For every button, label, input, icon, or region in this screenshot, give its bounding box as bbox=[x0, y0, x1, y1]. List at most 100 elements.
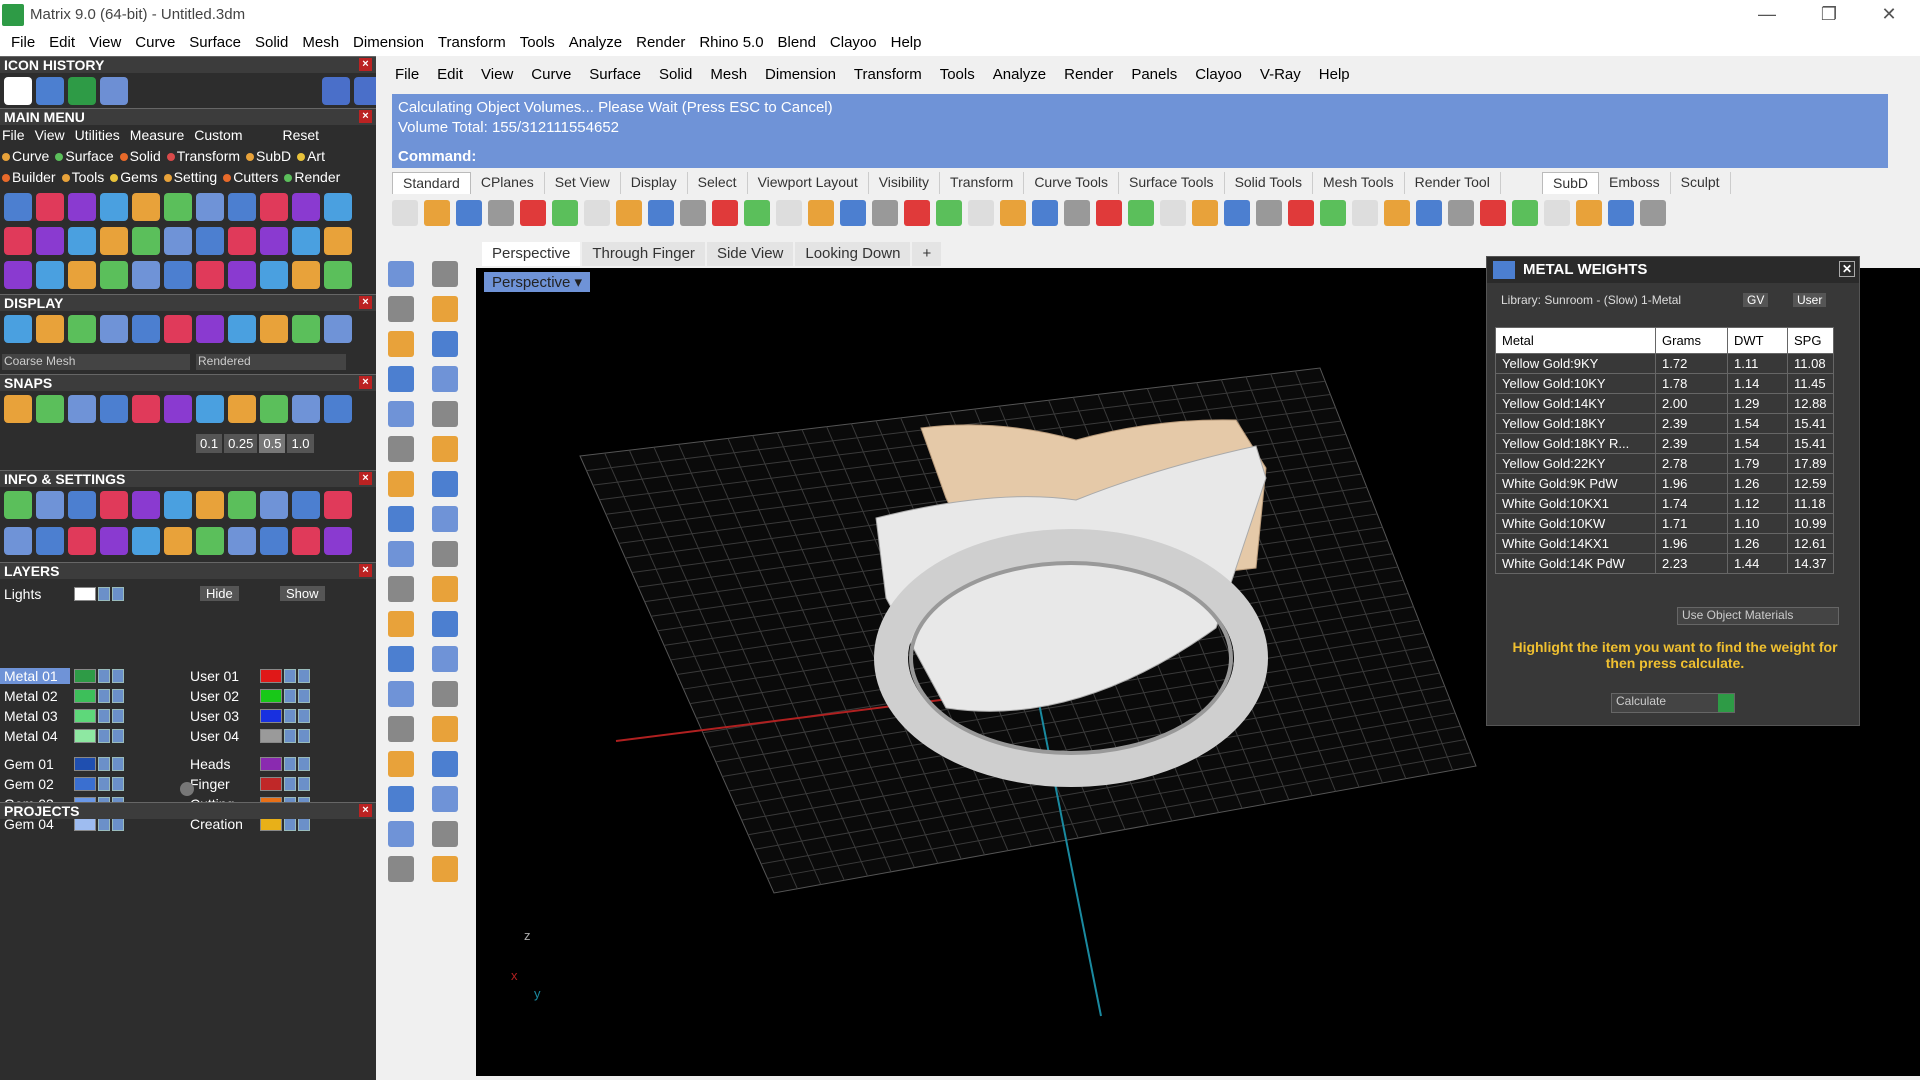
side-tool-icon[interactable] bbox=[388, 296, 414, 322]
table-row[interactable]: White Gold:10KW 1.71 1.10 10.99 bbox=[1495, 513, 1834, 534]
tool-icon[interactable] bbox=[260, 315, 288, 343]
layer-row[interactable]: Finger bbox=[186, 774, 310, 793]
category-solid[interactable]: Solid bbox=[119, 148, 161, 164]
table-row[interactable]: Yellow Gold:18KY R... 2.39 1.54 15.41 bbox=[1495, 433, 1834, 454]
side-tool-icon[interactable] bbox=[388, 576, 414, 602]
category-transform[interactable]: Transform bbox=[166, 148, 240, 164]
rhino-menu-panels[interactable]: Panels bbox=[1122, 66, 1186, 83]
tool-icon[interactable] bbox=[4, 395, 32, 423]
side-tool-icon[interactable] bbox=[432, 296, 458, 322]
side-tool-icon[interactable] bbox=[432, 856, 458, 882]
menu-edit[interactable]: Edit bbox=[42, 34, 82, 51]
side-tool-icon[interactable] bbox=[388, 856, 414, 882]
bulb-icon[interactable] bbox=[298, 688, 310, 703]
toolbar-icon[interactable] bbox=[1192, 200, 1218, 226]
command-input[interactable] bbox=[480, 149, 1861, 166]
toolbar-icon[interactable] bbox=[712, 200, 738, 226]
calculate-button[interactable]: Calculate bbox=[1611, 693, 1735, 713]
toolbar-icon[interactable] bbox=[1640, 200, 1666, 226]
toolbar-icon[interactable] bbox=[1512, 200, 1538, 226]
toolbar-icon[interactable] bbox=[904, 200, 930, 226]
viewport-label-dropdown[interactable]: Perspective ▾ bbox=[484, 272, 591, 292]
reset-button[interactable]: Reset bbox=[282, 127, 319, 143]
rhino-menu-transform[interactable]: Transform bbox=[845, 66, 931, 83]
tool-icon[interactable] bbox=[324, 261, 352, 289]
tool-icon[interactable] bbox=[132, 261, 160, 289]
tool-icon[interactable] bbox=[260, 261, 288, 289]
rhino-menu-help[interactable]: Help bbox=[1310, 66, 1359, 83]
side-tool-icon[interactable] bbox=[432, 331, 458, 357]
tool-icon[interactable] bbox=[100, 315, 128, 343]
toolbar-icon[interactable] bbox=[424, 200, 450, 226]
menu-file[interactable]: File bbox=[4, 34, 42, 51]
category-subd[interactable]: SubD bbox=[246, 148, 291, 164]
display-mode-select[interactable]: Rendered bbox=[196, 354, 346, 370]
toolbar-tab-emboss[interactable]: Emboss bbox=[1599, 172, 1671, 194]
lock-icon[interactable] bbox=[284, 776, 296, 791]
side-tool-icon[interactable] bbox=[432, 646, 458, 672]
mm-utilities[interactable]: Utilities bbox=[75, 127, 120, 143]
tool-icon[interactable] bbox=[36, 77, 64, 105]
table-row[interactable]: White Gold:14KX1 1.96 1.26 12.61 bbox=[1495, 533, 1834, 554]
side-tool-icon[interactable] bbox=[388, 366, 414, 392]
tool-icon[interactable] bbox=[100, 261, 128, 289]
toolbar-icon[interactable] bbox=[488, 200, 514, 226]
lock-icon[interactable] bbox=[98, 756, 110, 771]
layer-color-swatch[interactable] bbox=[74, 728, 96, 743]
toolbar-icon[interactable] bbox=[1448, 200, 1474, 226]
tool-icon[interactable] bbox=[228, 193, 256, 221]
layer-row[interactable]: Metal 03 bbox=[0, 706, 124, 725]
toolbar-icon[interactable] bbox=[456, 200, 482, 226]
tool-icon[interactable] bbox=[196, 395, 224, 423]
toolbar-tab-visibility[interactable]: Visibility bbox=[869, 172, 941, 194]
toolbar-icon[interactable] bbox=[1544, 200, 1570, 226]
tool-icon[interactable] bbox=[292, 395, 320, 423]
side-tool-icon[interactable] bbox=[432, 716, 458, 742]
tool-icon[interactable] bbox=[292, 261, 320, 289]
side-tool-icon[interactable] bbox=[432, 261, 458, 287]
rhino-menu-dimension[interactable]: Dimension bbox=[756, 66, 845, 83]
mm-custom[interactable]: Custom bbox=[194, 127, 242, 143]
new-file-icon[interactable] bbox=[4, 77, 32, 105]
layer-row[interactable]: Heads bbox=[186, 754, 310, 773]
tool-icon[interactable] bbox=[292, 315, 320, 343]
user-toggle[interactable]: User bbox=[1793, 293, 1827, 307]
tab-side-view[interactable]: Side View bbox=[706, 242, 794, 266]
toolbar-tab-subd[interactable]: SubD bbox=[1542, 172, 1600, 194]
toolbar-icon[interactable] bbox=[584, 200, 610, 226]
toolbar-icon[interactable] bbox=[1608, 200, 1634, 226]
bulb-icon[interactable] bbox=[298, 668, 310, 683]
category-curve[interactable]: Curve bbox=[2, 148, 49, 164]
side-tool-icon[interactable] bbox=[432, 786, 458, 812]
snap-0-25[interactable]: 0.25 bbox=[224, 434, 258, 453]
bulb-icon[interactable] bbox=[298, 708, 310, 723]
tool-icon[interactable] bbox=[324, 193, 352, 221]
side-tool-icon[interactable] bbox=[432, 541, 458, 567]
lights-swatch[interactable] bbox=[74, 586, 96, 601]
tool-icon[interactable] bbox=[4, 193, 32, 221]
tool-icon[interactable] bbox=[100, 527, 128, 555]
close-icon[interactable]: × bbox=[359, 58, 372, 71]
category-builder[interactable]: Builder bbox=[2, 169, 56, 185]
tool-icon[interactable] bbox=[228, 491, 256, 519]
side-tool-icon[interactable] bbox=[388, 611, 414, 637]
toolbar-tab-viewport-layout[interactable]: Viewport Layout bbox=[748, 172, 869, 194]
table-row[interactable]: Yellow Gold:18KY 2.39 1.54 15.41 bbox=[1495, 413, 1834, 434]
tool-icon[interactable] bbox=[68, 491, 96, 519]
mm-measure[interactable]: Measure bbox=[130, 127, 184, 143]
rhino-menu-solid[interactable]: Solid bbox=[650, 66, 701, 83]
hide-button[interactable]: Hide bbox=[200, 586, 239, 601]
bulb-icon[interactable] bbox=[112, 586, 124, 601]
matrix-icon[interactable] bbox=[68, 77, 96, 105]
tool-icon[interactable] bbox=[196, 491, 224, 519]
toolbar-tab-render-tool[interactable]: Render Tool bbox=[1405, 172, 1501, 194]
side-tool-icon[interactable] bbox=[388, 821, 414, 847]
tool-icon[interactable] bbox=[260, 491, 288, 519]
tool-icon[interactable] bbox=[68, 227, 96, 255]
menu-surface[interactable]: Surface bbox=[182, 34, 248, 51]
toolbar-icon[interactable] bbox=[1576, 200, 1602, 226]
lock-icon[interactable] bbox=[98, 728, 110, 743]
bulb-icon[interactable] bbox=[112, 728, 124, 743]
side-tool-icon[interactable] bbox=[388, 786, 414, 812]
category-art[interactable]: Art bbox=[297, 148, 325, 164]
